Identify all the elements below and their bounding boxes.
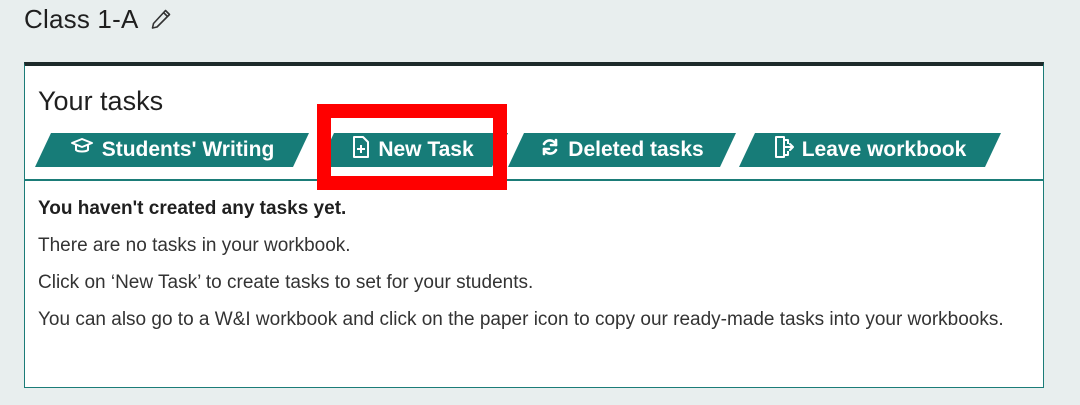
- tabs-divider: [25, 179, 1043, 181]
- refresh-icon: [540, 137, 560, 163]
- tab-new-task[interactable]: New Task: [318, 133, 508, 167]
- empty-state-line: You can also go to a W&I workbook and cl…: [38, 309, 1004, 330]
- tab-label: New Task: [378, 138, 474, 161]
- tab-label: Leave workbook: [801, 138, 967, 161]
- graduation-cap-icon: [70, 137, 94, 163]
- empty-state-line: There are no tasks in your workbook.: [38, 235, 351, 256]
- tab-students-writing[interactable]: Students' Writing: [35, 133, 309, 167]
- card-title: Your tasks: [38, 86, 164, 116]
- tab-leave-workbook[interactable]: Leave workbook: [739, 133, 1001, 167]
- tab-label: Deleted tasks: [568, 138, 704, 161]
- tab-deleted-tasks[interactable]: Deleted tasks: [508, 133, 736, 167]
- class-title: Class 1-A: [24, 3, 139, 34]
- pencil-icon[interactable]: [149, 7, 173, 31]
- new-file-icon: [352, 136, 370, 164]
- exit-door-icon: [774, 136, 794, 164]
- class-header: Class 1-A: [24, 2, 173, 36]
- tab-label: Students' Writing: [101, 138, 275, 161]
- empty-state-heading: You haven't created any tasks yet.: [38, 198, 347, 219]
- empty-state-line: Click on ‘New Task’ to create tasks to s…: [38, 272, 534, 293]
- tasks-card: Your tasks Students' Writing New Task De…: [24, 62, 1044, 388]
- empty-state: You haven't created any tasks yet. There…: [38, 198, 1023, 343]
